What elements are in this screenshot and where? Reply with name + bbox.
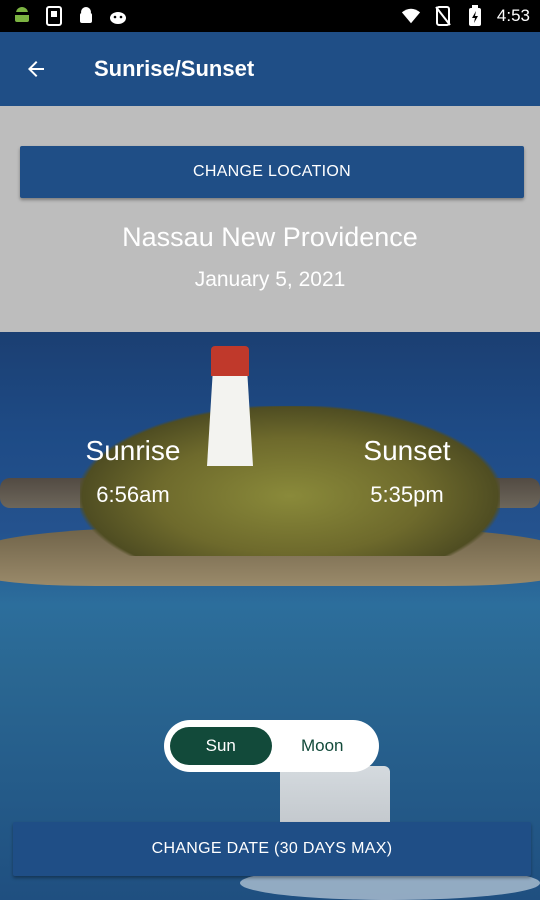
back-arrow-icon (28, 61, 44, 77)
status-bar: 4:53 (0, 0, 540, 32)
toggle-sun[interactable]: Sun (170, 727, 272, 765)
android-head-icon (108, 6, 128, 26)
sunset-label: Sunset (363, 435, 451, 466)
no-sim-icon (433, 6, 453, 26)
status-time: 4:53 (496, 6, 530, 25)
change-date-button[interactable]: CHANGE DATE (30 DAYS MAX) (13, 822, 531, 876)
wifi-icon (401, 6, 421, 26)
sunrise-time: 6:56am (96, 482, 170, 507)
location-date: January 5, 2021 (194, 268, 346, 291)
bushes (80, 406, 500, 556)
sun-moon-toggle: Sun Moon (164, 720, 379, 772)
change-location-button[interactable]: CHANGE LOCATION (20, 146, 524, 198)
sky-area (0, 106, 540, 332)
sunrise-label: Sunrise (85, 435, 181, 466)
toggle-moon[interactable]: Moon (272, 727, 374, 765)
sunset-time: 5:35pm (370, 482, 444, 507)
app-bar: Sunrise/Sunset (0, 32, 540, 106)
location-name: Nassau New Providence (122, 222, 418, 252)
back-button[interactable] (18, 51, 54, 87)
page-title: Sunrise/Sunset (94, 56, 255, 81)
sim-icon (44, 6, 64, 26)
android-icon (76, 6, 96, 26)
battery-charging-icon (465, 5, 485, 26)
android-icon (12, 6, 32, 26)
